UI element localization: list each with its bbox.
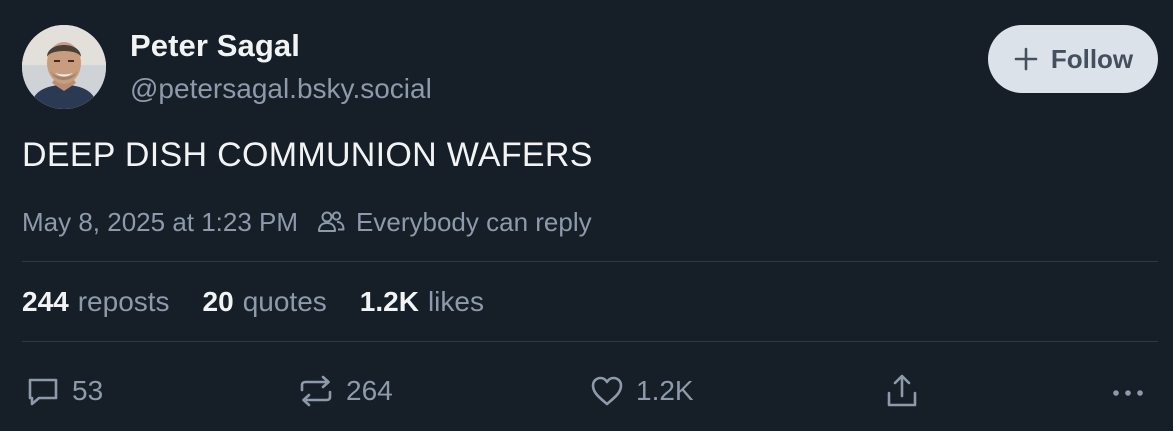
stat-label: quotes <box>242 286 327 317</box>
plus-icon <box>1013 46 1039 72</box>
heart-icon <box>588 372 626 410</box>
post-meta: May 8, 2025 at 1:23 PM Everybody can rep… <box>22 204 592 240</box>
post-card: Peter Sagal @petersagal.bsky.social Foll… <box>0 0 1173 431</box>
reply-setting: Everybody can reply <box>356 206 592 237</box>
ellipsis-icon <box>1110 372 1146 410</box>
avatar[interactable] <box>22 25 106 109</box>
stat-label: likes <box>427 286 484 317</box>
stat-reposts[interactable]: 244 reposts <box>22 286 170 318</box>
stat-label: reposts <box>77 286 170 317</box>
post-text: DEEP DISH COMMUNION WAFERS <box>22 136 593 174</box>
divider <box>22 261 1158 262</box>
stat-value: 1.2K <box>359 286 419 317</box>
follow-button-label: Follow <box>1050 43 1134 74</box>
stat-value: 20 <box>202 286 234 317</box>
engagement-stats: 244 reposts 20 quotes 1.2K likes <box>22 284 517 320</box>
stat-quotes[interactable]: 20 quotes <box>203 286 327 318</box>
comment-icon <box>24 372 62 410</box>
repost-icon <box>296 372 336 410</box>
stat-value: 244 <box>22 286 69 317</box>
share-button[interactable] <box>884 370 930 412</box>
divider <box>22 341 1158 342</box>
author-display-name[interactable]: Peter Sagal <box>130 28 300 64</box>
people-icon <box>316 207 346 237</box>
more-options-button[interactable] <box>1110 370 1156 412</box>
reply-button[interactable]: 53 <box>24 370 103 412</box>
share-icon <box>884 372 920 410</box>
like-count: 1.2K <box>636 375 694 406</box>
repost-count: 264 <box>346 375 393 406</box>
author-handle[interactable]: @petersagal.bsky.social <box>130 73 432 105</box>
repost-button[interactable]: 264 <box>296 370 393 412</box>
reply-count: 53 <box>72 375 104 406</box>
avatar-image <box>22 25 106 109</box>
follow-button[interactable]: Follow <box>988 25 1158 93</box>
like-button[interactable]: 1.2K <box>588 370 694 412</box>
post-timestamp[interactable]: May 8, 2025 at 1:23 PM <box>22 207 298 238</box>
stat-likes[interactable]: 1.2K likes <box>360 286 484 318</box>
